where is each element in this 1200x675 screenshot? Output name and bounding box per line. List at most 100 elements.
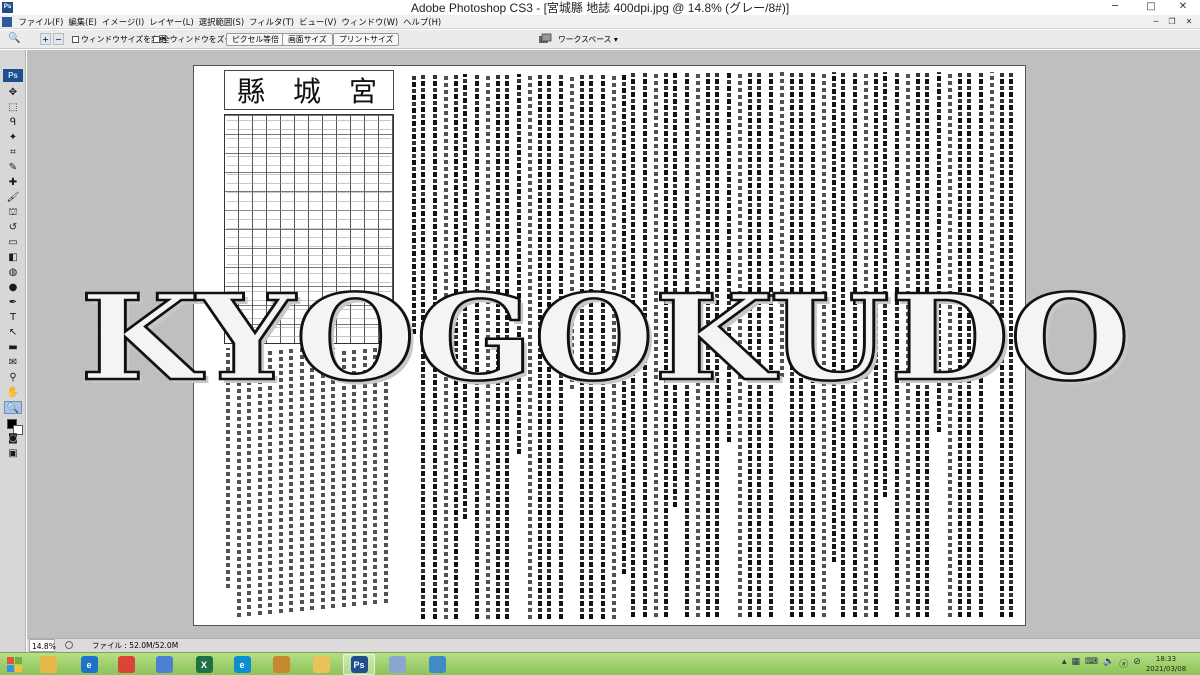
- taskbar-excel-button[interactable]: X: [188, 654, 220, 675]
- status-info-icon[interactable]: [65, 641, 73, 649]
- taskbar-edge-button[interactable]: e: [226, 654, 258, 675]
- taskbar-chrome-button[interactable]: [110, 654, 142, 675]
- chrome-icon: [117, 656, 135, 673]
- path-selection-tool-icon[interactable]: ↖: [4, 326, 22, 339]
- tray-speaker-icon[interactable]: 🔈: [1103, 657, 1114, 670]
- menu-edit[interactable]: 編集(E): [66, 15, 100, 29]
- watermark: KYOGOKUDO KYOGOKUDO: [80, 275, 1134, 395]
- status-bar: 14.8% ファイル : 52.0M/52.0M: [27, 638, 1200, 652]
- gradient-tool-icon[interactable]: ◧: [4, 251, 22, 264]
- tray-up-arrow-icon[interactable]: ▴: [1062, 657, 1067, 670]
- fit-screen-button[interactable]: 画面サイズ: [282, 33, 333, 46]
- brush-tool-icon[interactable]: 🖌: [4, 191, 22, 204]
- taskbar-paint-button[interactable]: [381, 654, 413, 675]
- zoom-in-button[interactable]: +: [40, 33, 51, 45]
- notes-tool-icon[interactable]: ✉: [4, 356, 22, 369]
- clone-stamp-tool-icon[interactable]: ⛫: [4, 206, 22, 219]
- tray-network-icon[interactable]: ▦: [1072, 657, 1081, 670]
- text-column: [517, 74, 521, 454]
- hand-tool-icon[interactable]: ✋: [4, 386, 22, 399]
- maximize-button[interactable]: □: [1134, 0, 1168, 15]
- shape-tool-icon[interactable]: ▬: [4, 341, 22, 354]
- checkbox-box[interactable]: [153, 36, 160, 43]
- blur-tool-icon[interactable]: ◍: [4, 266, 22, 279]
- checkbox-box[interactable]: [72, 36, 79, 43]
- file-size-info: ファイル : 52.0M/52.0M: [92, 641, 179, 650]
- mail-icon: [155, 656, 173, 673]
- tray-keyboard-icon[interactable]: ⌨: [1085, 657, 1098, 670]
- explorer-icon: [39, 656, 57, 673]
- menu-image[interactable]: イメージ(I): [99, 15, 146, 29]
- zoom-tool-preset-icon[interactable]: 🔍: [8, 33, 20, 45]
- palette-well-icon[interactable]: [538, 33, 552, 45]
- pen-tool-icon[interactable]: ✒: [4, 296, 22, 309]
- newspaper-masthead: 縣 城 宮: [224, 70, 394, 110]
- menu-items: ファイル(F) 編集(E) イメージ(I) レイヤー(L) 選択範囲(S) フィ…: [16, 15, 444, 29]
- taskbar-edge-legacy-button[interactable]: e: [73, 654, 105, 675]
- menu-view[interactable]: ビュー(V): [297, 15, 339, 29]
- menu-layer[interactable]: レイヤー(L): [147, 15, 196, 29]
- folder-icon: [312, 656, 330, 673]
- taskbar: e Xe Ps ▴ ▦ ⌨ 🔈 ⓐ ⊘ 18:33 2021/03/08: [0, 652, 1200, 675]
- masthead-char: 城: [292, 75, 325, 108]
- eraser-tool-icon[interactable]: ▭: [4, 236, 22, 249]
- clock-time: 18:33: [1155, 655, 1177, 663]
- eyedropper-tool-icon[interactable]: ⚲: [4, 371, 22, 384]
- workspace-menu[interactable]: ワークスペース ▾: [558, 34, 618, 45]
- taskbar-folder-button[interactable]: [305, 654, 337, 675]
- taskbar-viewer-button[interactable]: [421, 654, 453, 675]
- menu-window[interactable]: ウィンドウ(W): [339, 15, 401, 29]
- type-tool-icon[interactable]: T: [4, 311, 22, 324]
- viewer-icon: [428, 656, 446, 673]
- window-title: Adobe Photoshop CS3 - [宮城縣 地誌 400dpi.jpg…: [410, 1, 790, 15]
- lasso-tool-icon[interactable]: ᑫ: [4, 116, 22, 129]
- zoom-level-field[interactable]: 14.8%: [29, 639, 56, 652]
- print-size-button[interactable]: プリントサイズ: [333, 33, 400, 46]
- title-bar: Ps Adobe Photoshop CS3 - [宮城縣 地誌 400dpi.…: [0, 0, 1200, 15]
- minimize-button[interactable]: ─: [1098, 0, 1132, 15]
- toolbox: Ps ✥ ⬚ ᑫ ✦ ⌗ ✎ ✚ 🖌 ⛫ ↺ ▭ ◧ ◍ ● ✒ T ↖ ▬ ✉ ⚲ ✋ 🔍 ◙ ▣: [0, 50, 26, 652]
- volume-icon: [272, 656, 290, 673]
- menu-help[interactable]: ヘルプ(H): [401, 15, 444, 29]
- excel-icon: X: [195, 656, 213, 673]
- move-tool-icon[interactable]: ✥: [4, 86, 22, 99]
- clock-date: 2021/03/08: [1145, 665, 1187, 673]
- windows-start-icon[interactable]: [4, 655, 26, 674]
- paint-icon: [388, 656, 406, 673]
- history-brush-tool-icon[interactable]: ↺: [4, 221, 22, 234]
- tray-ime-icon[interactable]: ⓐ: [1119, 657, 1128, 670]
- taskbar-mail-button[interactable]: [148, 654, 180, 675]
- document-icon[interactable]: [2, 17, 12, 27]
- doc-restore-button[interactable]: ❐: [1166, 16, 1178, 28]
- taskbar-clock[interactable]: 18:33 2021/03/08: [1140, 654, 1192, 674]
- menu-bar: ファイル(F) 編集(E) イメージ(I) レイヤー(L) 選択範囲(S) フィ…: [0, 15, 1200, 29]
- marquee-tool-icon[interactable]: ⬚: [4, 101, 22, 114]
- edge-icon: e: [233, 656, 251, 673]
- watermark-text: KYOGOKUDO: [80, 275, 1130, 395]
- options-bar: 🔍 + − ウィンドウサイズを変更 全ウィンドウをズーム ピクセル等倍 画面サイ…: [0, 30, 1200, 49]
- taskbar-explorer-button[interactable]: [32, 654, 64, 675]
- menu-filter[interactable]: フィルタ(T): [247, 15, 297, 29]
- masthead-char: 縣: [236, 75, 269, 108]
- taskbar-photoshop-button[interactable]: Ps: [343, 654, 375, 675]
- menu-select[interactable]: 選択範囲(S): [196, 15, 246, 29]
- healing-brush-tool-icon[interactable]: ✚: [4, 176, 22, 189]
- dodge-tool-icon[interactable]: ●: [4, 281, 22, 294]
- actual-pixels-button[interactable]: ピクセル等倍: [226, 33, 285, 46]
- slice-tool-icon[interactable]: ✎: [4, 161, 22, 174]
- magic-wand-tool-icon[interactable]: ✦: [4, 131, 22, 144]
- crop-tool-icon[interactable]: ⌗: [4, 146, 22, 159]
- photoshop-logo: Ps: [3, 69, 23, 82]
- screen-mode-icon[interactable]: ▣: [4, 447, 22, 460]
- doc-minimize-button[interactable]: ─: [1150, 16, 1162, 28]
- taskbar-volume-button[interactable]: [265, 654, 297, 675]
- system-tray: ▴ ▦ ⌨ 🔈 ⓐ ⊘: [1062, 657, 1141, 670]
- photoshop-icon: Ps: [350, 656, 368, 673]
- zoom-out-button[interactable]: −: [53, 33, 64, 45]
- menu-file[interactable]: ファイル(F): [16, 15, 66, 29]
- zoom-tool-icon[interactable]: 🔍: [4, 401, 22, 414]
- quick-mask-icon[interactable]: ◙: [4, 432, 22, 445]
- edge-legacy-icon: e: [80, 656, 98, 673]
- close-button[interactable]: ✕: [1166, 0, 1200, 15]
- doc-close-button[interactable]: ✕: [1183, 16, 1195, 28]
